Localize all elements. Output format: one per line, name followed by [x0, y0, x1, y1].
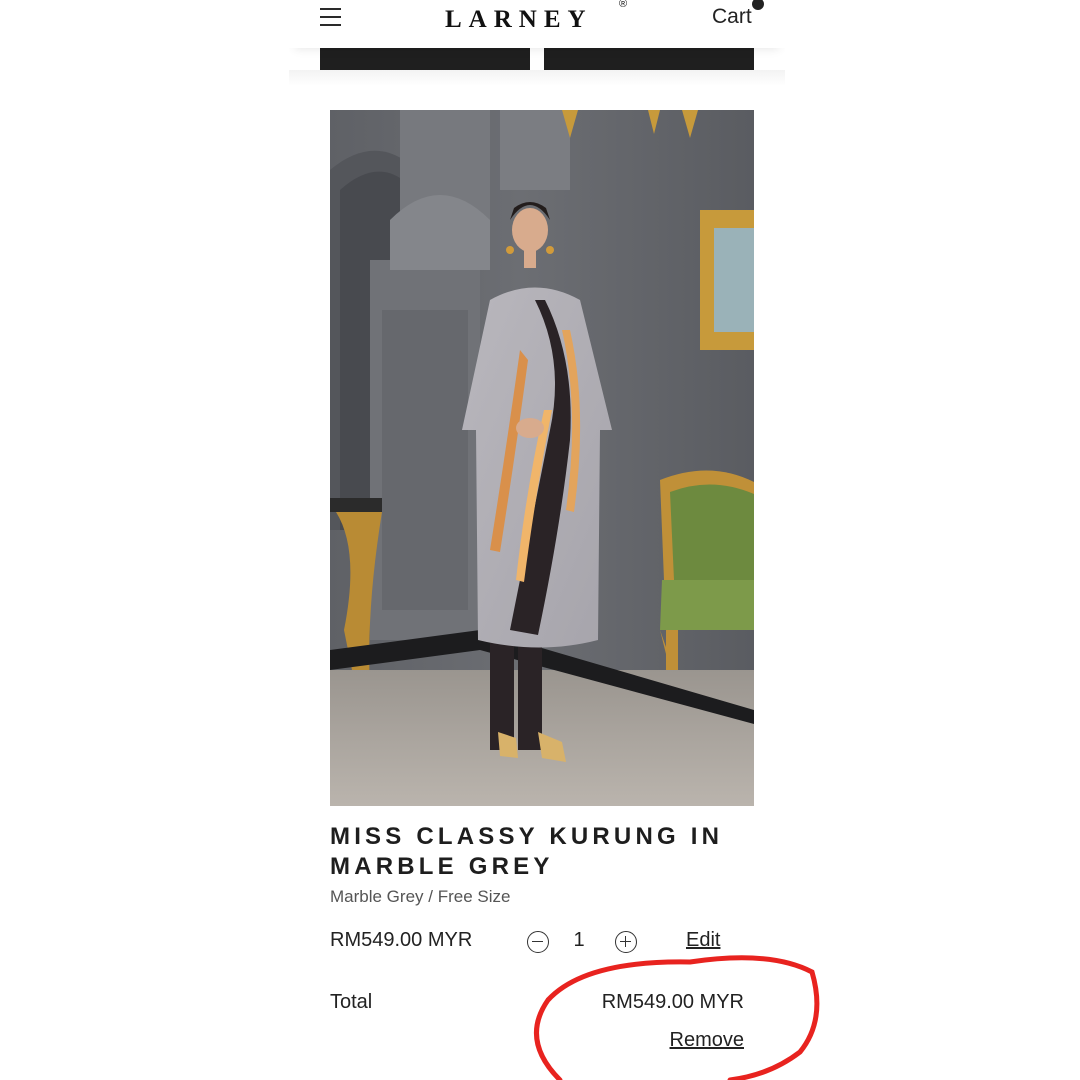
registered-mark: ® — [619, 0, 628, 10]
total-label: Total — [330, 991, 373, 1013]
remove-link[interactable]: Remove — [670, 1029, 744, 1052]
product-title[interactable]: MISS CLASSY KURUNG IN MARBLE GREY — [330, 822, 760, 882]
cart-link[interactable]: Cart — [712, 4, 752, 30]
product-photo-illustration — [330, 110, 754, 806]
hamburger-menu-icon[interactable] — [319, 6, 343, 28]
total-value: RM549.00 MYR — [601, 991, 744, 1013]
edit-link[interactable]: Edit — [686, 929, 720, 952]
increase-quantity-icon[interactable] — [615, 931, 637, 953]
header-shadow — [289, 70, 785, 86]
quantity-value[interactable]: 1 — [569, 929, 589, 952]
product-variant: Marble Grey / Free Size — [330, 887, 511, 906]
unit-price: RM549.00 MYR — [330, 929, 473, 951]
site-header: LARNEY ® Cart — [289, 0, 785, 48]
mobile-cart-page: LARNEY ® Cart MISS CLASSY KURUNG IN MARB… — [289, 0, 785, 1080]
brand-logo[interactable]: LARNEY — [445, 6, 593, 34]
dark-tab-right[interactable] — [544, 48, 754, 70]
dark-tab-left[interactable] — [320, 48, 530, 70]
decrease-quantity-icon[interactable] — [527, 931, 549, 953]
product-image[interactable] — [330, 110, 754, 806]
cart-count-badge — [752, 0, 764, 10]
